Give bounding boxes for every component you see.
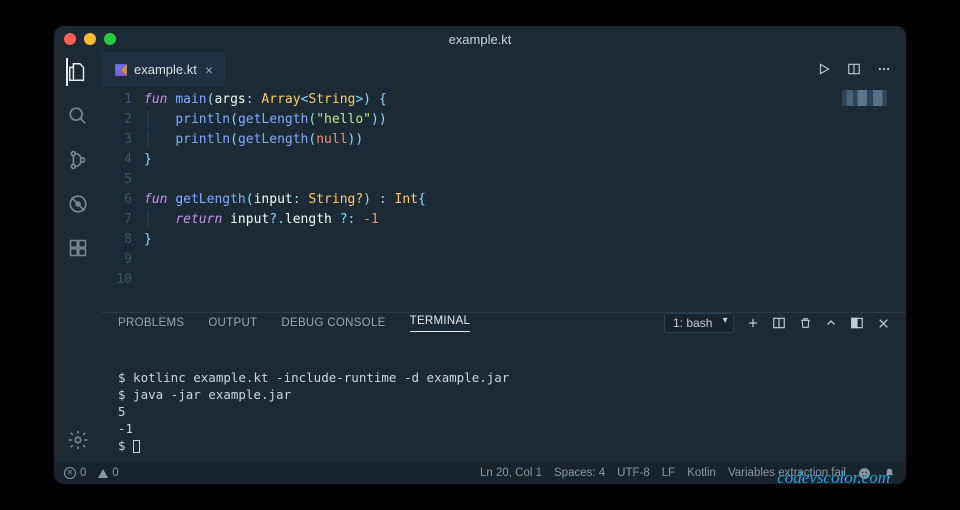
panel-tab-terminal[interactable]: TERMINAL	[410, 315, 471, 332]
debug-icon[interactable]	[66, 192, 90, 216]
panel-tab-problems[interactable]: PROBLEMS	[118, 317, 184, 329]
watermark: codevscolor.com	[777, 469, 890, 484]
toggle-panel-icon[interactable]	[850, 316, 864, 330]
panel-tab-output[interactable]: OUTPUT	[208, 317, 257, 329]
more-actions-icon[interactable]	[876, 61, 892, 77]
vscode-window: example.kt	[54, 26, 906, 484]
settings-gear-icon[interactable]	[66, 428, 90, 452]
panel-tabs: PROBLEMS OUTPUT DEBUG CONSOLE TERMINAL 1…	[102, 313, 906, 333]
code-content: fun main(args: Array<String>) {│ println…	[144, 86, 906, 312]
tab-filename: example.kt	[134, 62, 197, 77]
kotlin-file-icon	[114, 63, 128, 77]
editor-tabbar: example.kt ×	[102, 52, 906, 86]
kill-terminal-icon[interactable]	[798, 316, 812, 330]
status-errors[interactable]: ✕0	[64, 467, 86, 479]
bottom-panel: PROBLEMS OUTPUT DEBUG CONSOLE TERMINAL 1…	[102, 312, 906, 462]
titlebar: example.kt	[54, 26, 906, 52]
terminal-selector[interactable]: 1: bash	[664, 313, 734, 333]
minimap[interactable]	[842, 90, 898, 106]
explorer-icon[interactable]	[66, 60, 90, 84]
tab-close-icon[interactable]: ×	[205, 62, 213, 78]
line-number-gutter: 12345678910	[102, 86, 144, 312]
panel-tab-debug-console[interactable]: DEBUG CONSOLE	[281, 317, 385, 329]
editor-tab[interactable]: example.kt ×	[102, 52, 225, 86]
search-icon[interactable]	[66, 104, 90, 128]
terminal-output[interactable]: $ kotlinc example.kt -include-runtime -d…	[102, 333, 906, 484]
extensions-icon[interactable]	[66, 236, 90, 260]
source-control-icon[interactable]	[66, 148, 90, 172]
window-title: example.kt	[54, 32, 906, 47]
split-editor-icon[interactable]	[846, 61, 862, 77]
run-icon[interactable]	[816, 61, 832, 77]
activity-bar	[54, 52, 102, 462]
maximize-panel-icon[interactable]	[824, 316, 838, 330]
code-editor[interactable]: 12345678910 fun main(args: Array<String>…	[102, 86, 906, 312]
split-terminal-icon[interactable]	[772, 316, 786, 330]
close-panel-icon[interactable]	[876, 316, 890, 330]
new-terminal-icon[interactable]	[746, 316, 760, 330]
